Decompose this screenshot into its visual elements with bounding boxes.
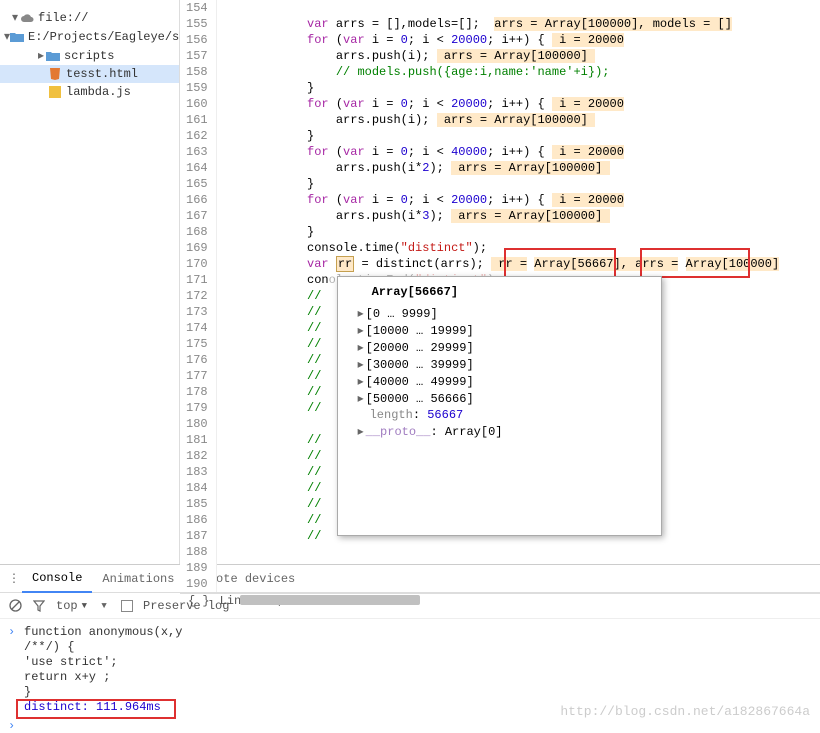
- prompt-icon: ›: [8, 625, 15, 639]
- preserve-log-checkbox[interactable]: [121, 600, 133, 612]
- popup-title: Array[56667]: [348, 283, 651, 305]
- context-selector[interactable]: top ▼: [56, 599, 87, 613]
- code-line: arrs.push(i*2); arrs = Array[100000]: [217, 160, 820, 176]
- tree-item-tesst[interactable]: tesst.html: [0, 65, 179, 83]
- chevron-right-icon: ▸: [358, 358, 364, 372]
- tree-root[interactable]: ▾ file://: [0, 8, 179, 27]
- folder-icon: [10, 31, 24, 43]
- popup-range[interactable]: ▸[20000 … 29999]: [348, 339, 651, 356]
- tree-item-scripts[interactable]: ▸ scripts: [0, 46, 179, 65]
- popup-range[interactable]: ▸[0 … 9999]: [348, 305, 651, 322]
- chevron-down-icon[interactable]: ▼: [97, 599, 111, 613]
- code-line: var rr = distinct(arrs); rr = Array[5666…: [217, 256, 820, 272]
- code-editor[interactable]: 1541551561571581591601611621631641651661…: [180, 0, 820, 592]
- chevron-right-icon: ▸: [358, 392, 364, 406]
- more-icon[interactable]: ⋮: [6, 571, 22, 586]
- tree-item-label: scripts: [64, 49, 114, 63]
- console-timing-line: distinct: 111.964ms: [24, 700, 810, 715]
- code-line: [217, 544, 820, 560]
- file-tree[interactable]: ▾ file:// ▾ E:/Projects/Eagleye/s ▸ scri…: [0, 0, 180, 564]
- popup-range[interactable]: ▸[30000 … 39999]: [348, 356, 651, 373]
- code-line: // models.push({age:i,name:'name'+i});: [217, 64, 820, 80]
- scrollbar-thumb[interactable]: [240, 595, 420, 605]
- console-line: /**/) {: [24, 640, 810, 655]
- chevron-right-icon: ▸: [358, 425, 364, 439]
- chevron-right-icon: ▸: [358, 341, 364, 355]
- console-line: 'use strict';: [24, 655, 810, 670]
- popup-range[interactable]: ▸[10000 … 19999]: [348, 322, 651, 339]
- code-line: arrs.push(i*3); arrs = Array[100000]: [217, 208, 820, 224]
- chevron-right-icon: ▸: [358, 375, 364, 389]
- code-line: [217, 560, 820, 576]
- tree-root-label: file://: [38, 11, 88, 25]
- tree-project[interactable]: ▾ E:/Projects/Eagleye/s: [0, 27, 179, 46]
- chevron-down-icon: ▾: [10, 10, 20, 25]
- chevron-right-icon: ▸: [358, 324, 364, 338]
- tree-item-label: lambda.js: [66, 85, 131, 99]
- code-line: arrs.push(i); arrs = Array[100000]: [217, 48, 820, 64]
- code-line: for (var i = 0; i < 20000; i++) { i = 20…: [217, 192, 820, 208]
- code-line: }: [217, 128, 820, 144]
- popup-range[interactable]: ▸[50000 … 56666]: [348, 390, 651, 407]
- filter-icon[interactable]: [32, 599, 46, 613]
- html-file-icon: [48, 68, 62, 80]
- folder-icon: [46, 50, 60, 62]
- code-line: }: [217, 176, 820, 192]
- code-line: [217, 0, 820, 16]
- console-line: function anonymous(x,y: [24, 625, 810, 640]
- code-line: for (var i = 0; i < 20000; i++) { i = 20…: [217, 32, 820, 48]
- tab-animations[interactable]: Animations: [92, 565, 184, 593]
- popup-proto[interactable]: ▸__proto__: Array[0]: [348, 423, 651, 440]
- chevron-right-icon: ▸: [358, 307, 364, 321]
- code-line: arrs.push(i); arrs = Array[100000]: [217, 112, 820, 128]
- clear-console-icon[interactable]: [8, 599, 22, 613]
- code-line: }: [217, 224, 820, 240]
- code-line: var arrs = [],models=[]; arrs = Array[10…: [217, 16, 820, 32]
- chevron-down-icon: ▼: [82, 601, 87, 611]
- horizontal-scrollbar[interactable]: [180, 592, 820, 593]
- code-line: for (var i = 0; i < 40000; i++) { i = 20…: [217, 144, 820, 160]
- code-area[interactable]: var arrs = [],models=[]; arrs = Array[10…: [217, 0, 820, 592]
- js-file-icon: [48, 86, 62, 98]
- tree-project-label: E:/Projects/Eagleye/s: [28, 30, 179, 44]
- code-line: console.time("distinct");: [217, 240, 820, 256]
- preserve-log-label: Preserve log: [143, 599, 229, 613]
- tree-item-label: tesst.html: [66, 67, 138, 81]
- tab-console[interactable]: Console: [22, 565, 92, 593]
- chevron-right-icon: ▸: [36, 48, 46, 63]
- code-line: [217, 576, 820, 592]
- cloud-icon: [20, 12, 34, 24]
- popup-length: length: 56667: [348, 407, 651, 423]
- prompt-icon: ›: [8, 719, 15, 733]
- code-line: for (var i = 0; i < 20000; i++) { i = 20…: [217, 96, 820, 112]
- console-output[interactable]: › function anonymous(x,y /**/) { 'use st…: [0, 619, 820, 725]
- line-gutter: 1541551561571581591601611621631641651661…: [180, 0, 217, 592]
- console-line: }: [24, 685, 810, 700]
- code-line: }: [217, 80, 820, 96]
- tree-item-lambda[interactable]: lambda.js: [0, 83, 179, 101]
- console-line: return x+y ;: [24, 670, 810, 685]
- popup-range[interactable]: ▸[40000 … 49999]: [348, 373, 651, 390]
- value-inspector-popup[interactable]: Array[56667] ▸[0 … 9999] ▸[10000 … 19999…: [337, 276, 662, 536]
